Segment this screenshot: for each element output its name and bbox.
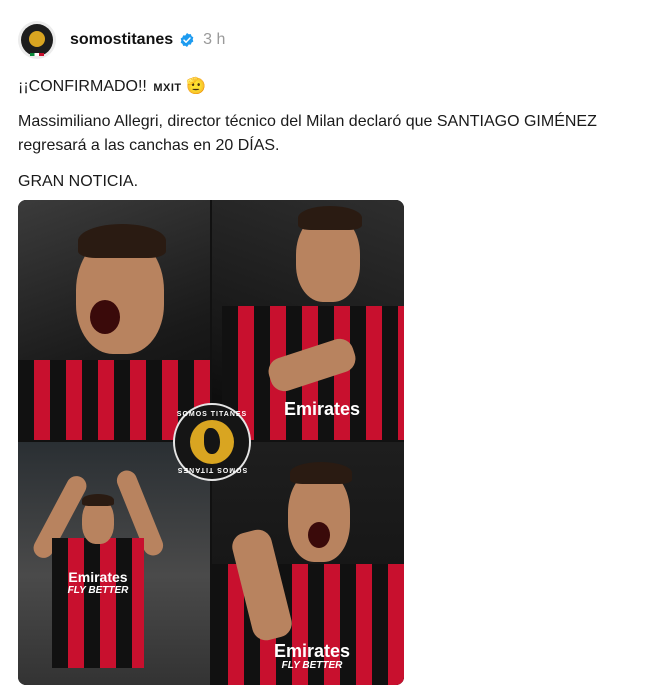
jersey-sponsor: Emirates FLY BETTER [52, 570, 144, 597]
jersey-sponsor: Emirates FLY BETTER [252, 642, 372, 672]
username[interactable]: somostitanes [70, 31, 173, 49]
salute-emoji-icon: 🫡 [186, 78, 206, 95]
post-timestamp[interactable]: 3 h [203, 31, 225, 49]
photo-player-hand-on-chest[interactable]: Emirates [212, 200, 404, 440]
flag-stripe [30, 53, 44, 56]
post-text-line-1: ¡¡CONFIRMADO!! MXIT 🫡 [18, 75, 206, 100]
photo-player-embrace[interactable]: Emirates FLY BETTER [212, 442, 404, 685]
confirmed-text: ¡¡CONFIRMADO!! [18, 78, 147, 95]
player-mouth [308, 522, 330, 548]
post-text-line-4: GRAN NOTICIA. [18, 173, 139, 190]
jersey-sponsor: Emirates [252, 400, 392, 418]
somos-titanes-logo-icon [29, 31, 45, 47]
watermark-text-top: SOMOS TITANES [176, 411, 248, 418]
somos-titanes-watermark: SOMOS TITANES SOMOS TITANES [173, 403, 251, 481]
player-mouth [90, 300, 120, 334]
player-hair [298, 206, 362, 230]
avatar[interactable] [18, 21, 56, 59]
country-tag: MXIT [153, 82, 182, 94]
sponsor-tagline: FLY BETTER [281, 660, 343, 671]
verified-badge-icon [180, 33, 194, 47]
watermark-text-bottom: SOMOS TITANES [176, 466, 248, 473]
titan-logo-icon [190, 420, 234, 464]
player-hair [78, 224, 166, 258]
photo-player-celebrating-1[interactable] [18, 200, 210, 440]
photo-collage[interactable]: Emirates Emirates FLY BETTER Emirates FL… [18, 200, 404, 685]
post-header: somostitanes 3 h [18, 20, 225, 60]
photo-player-clapping[interactable]: Emirates FLY BETTER [18, 442, 210, 685]
social-post: somostitanes 3 h ¡¡CONFIRMADO!! MXIT 🫡 M… [0, 0, 660, 695]
post-text-line-3: regresará a las canchas en 20 DÍAS. [18, 137, 280, 154]
sponsor-name: Emirates [283, 399, 361, 419]
sponsor-name: Emirates [273, 641, 351, 661]
sponsor-tagline: FLY BETTER [67, 585, 129, 596]
player-hair [82, 494, 114, 506]
jersey [52, 538, 144, 668]
player-hair [290, 462, 352, 484]
sponsor-name: Emirates [68, 569, 128, 585]
post-text-line-2: Massimiliano Allegri, director técnico d… [18, 113, 597, 130]
